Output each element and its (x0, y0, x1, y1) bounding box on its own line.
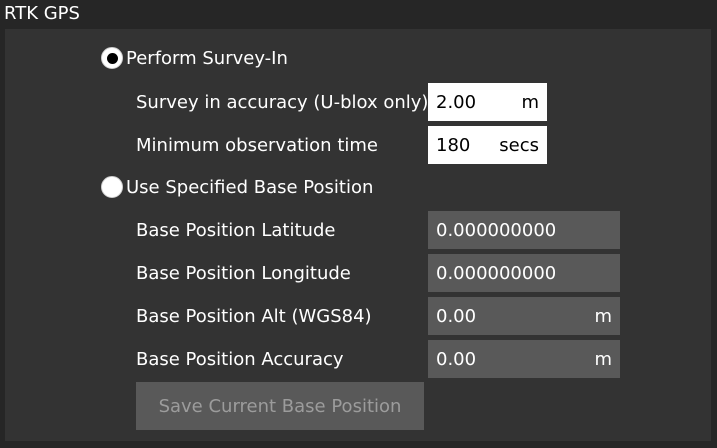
base-accuracy-unit: m (594, 348, 612, 370)
base-altitude-value: 0.00 (436, 305, 477, 327)
survey-accuracy-label: Survey in accuracy (U-blox only) (136, 92, 429, 113)
base-altitude-unit: m (594, 305, 612, 327)
min-obs-time-label: Minimum observation time (136, 135, 378, 156)
base-altitude-label: Base Position Alt (WGS84) (136, 306, 372, 327)
specified-base-radio-button[interactable] (101, 176, 123, 198)
survey-in-radio-button[interactable] (101, 47, 123, 69)
base-accuracy-value: 0.00 (436, 348, 477, 370)
survey-accuracy-input[interactable]: 2.00 m (428, 83, 547, 121)
base-latitude-label: Base Position Latitude (136, 220, 336, 241)
min-obs-time-value: 180 (436, 134, 471, 156)
specified-base-label: Use Specified Base Position (126, 176, 374, 198)
survey-accuracy-value: 2.00 (436, 91, 477, 113)
base-accuracy-input[interactable]: 0.00 m (428, 340, 620, 378)
base-accuracy-label: Base Position Accuracy (136, 349, 344, 370)
base-longitude-label: Base Position Longitude (136, 263, 351, 284)
survey-in-radio-option[interactable]: Perform Survey-In (101, 47, 288, 69)
specified-base-radio-option[interactable]: Use Specified Base Position (101, 176, 373, 198)
window-title: RTK GPS (4, 3, 80, 24)
min-obs-time-input[interactable]: 180 secs (428, 126, 547, 164)
base-latitude-input[interactable]: 0.000000000 (428, 211, 620, 249)
radio-selected-dot (106, 52, 118, 64)
min-obs-time-unit: secs (499, 134, 539, 156)
survey-accuracy-unit: m (521, 91, 539, 113)
save-base-position-button[interactable]: Save Current Base Position (136, 382, 424, 430)
base-altitude-input[interactable]: 0.00 m (428, 297, 620, 335)
survey-in-label: Perform Survey-In (126, 47, 288, 69)
base-latitude-value: 0.000000000 (436, 219, 557, 241)
base-longitude-value: 0.000000000 (436, 262, 557, 284)
rtk-gps-panel: Perform Survey-In Survey in accuracy (U-… (5, 29, 711, 441)
base-longitude-input[interactable]: 0.000000000 (428, 254, 620, 292)
